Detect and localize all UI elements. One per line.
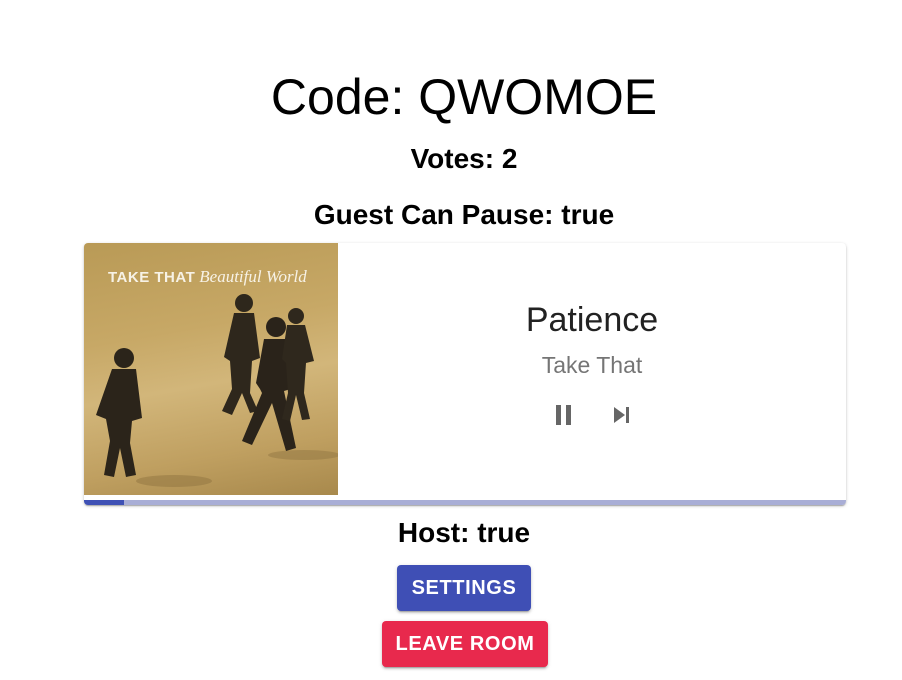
artist-name: Take That: [541, 352, 643, 378]
album-cover: TAKE THAT Beautiful World: [84, 243, 338, 495]
album-band-text: TAKE THAT: [108, 269, 196, 286]
pause-button[interactable]: [548, 399, 580, 431]
album-cover-text: TAKE THAT Beautiful World: [108, 267, 307, 287]
guest-can-pause-label: Guest Can Pause: true: [313, 199, 615, 230]
skip-next-icon: [614, 407, 629, 423]
song-progress-fill: [84, 500, 125, 505]
skip-next-button[interactable]: [606, 399, 638, 431]
song-progress-bar: [84, 500, 846, 505]
host-label: Host: true: [397, 517, 531, 548]
room-code-heading: Code: QWOMOE: [270, 69, 658, 125]
pause-icon: [556, 405, 571, 425]
album-title-text: Beautiful World: [199, 267, 307, 286]
settings-button[interactable]: SETTINGS: [397, 565, 531, 611]
track-info: Patience Take That: [338, 243, 846, 495]
leave-room-button[interactable]: LEAVE ROOM: [382, 621, 548, 667]
music-player-card: TAKE THAT Beautiful World Patience Take T…: [84, 243, 846, 505]
votes-label: Votes: 2: [410, 143, 518, 174]
song-title: Patience: [525, 301, 659, 339]
